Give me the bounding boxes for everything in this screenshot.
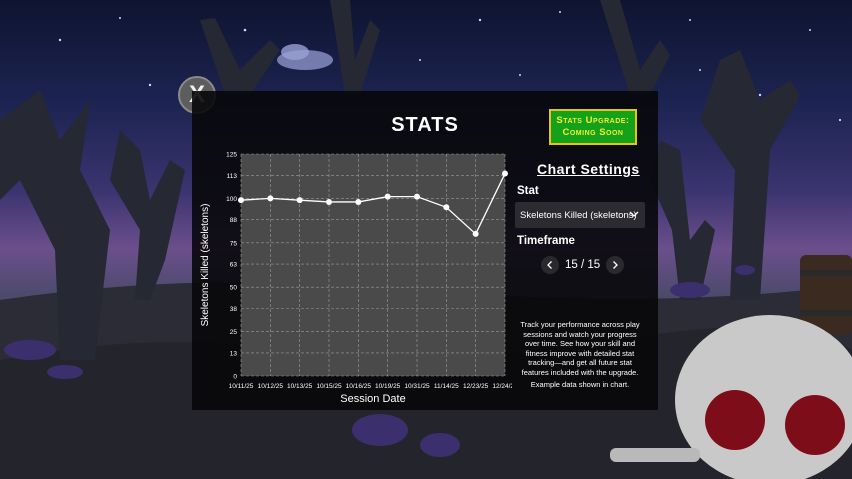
chevron-down-icon — [629, 211, 639, 217]
x-tick-label: 10/12/25 — [258, 383, 284, 390]
data-point — [472, 230, 479, 237]
y-tick-label: 38 — [230, 306, 238, 313]
x-tick-label: 10/16/25 — [346, 383, 372, 390]
timeframe-next-button[interactable] — [606, 256, 625, 274]
stats-panel: STATS Stats Upgrade: Coming Soon 0 13 25 38… — [192, 91, 658, 410]
x-axis-label: Session Date — [340, 393, 405, 405]
y-tick-label: 50 — [230, 285, 238, 292]
timeframe-prev-button[interactable] — [541, 256, 559, 274]
timeframe-pager: 15 / 15 — [541, 256, 625, 274]
stat-label: Stat — [517, 185, 539, 197]
chevron-right-icon — [613, 261, 619, 269]
stats-line-chart: 0 13 25 38 50 63 75 88 100 113 125 10/11/25 10/12/25… — [200, 152, 512, 406]
upgrade-badge-label: Stats Upgrade: Coming Soon — [556, 115, 630, 138]
chevron-left-icon — [547, 261, 552, 269]
x-tick-label: 10/31/25 — [404, 383, 430, 390]
y-tick-label: 13 — [230, 350, 238, 357]
x-tick-label: 10/13/25 — [287, 383, 313, 390]
data-point — [384, 193, 391, 200]
stats-description: Track your performance across play sessi… — [520, 320, 640, 377]
y-tick-label: 0 — [233, 374, 237, 381]
x-tick-label: 12/24/25 — [492, 383, 512, 390]
y-tick-label: 113 — [227, 173, 238, 180]
x-tick-label: 11/14/25 — [434, 383, 459, 390]
y-tick-label: 63 — [230, 262, 238, 269]
chart-settings-title: Chart Settings — [537, 161, 640, 177]
x-tick-label: 10/15/25 — [316, 383, 342, 390]
y-tick-label: 100 — [226, 196, 237, 203]
y-tick-label: 25 — [230, 329, 238, 336]
data-point — [296, 197, 303, 204]
y-axis-label: Skeletons Killed (skeletons) — [200, 204, 211, 327]
x-tick-label: 10/11/25 — [229, 383, 254, 390]
data-point — [355, 198, 362, 205]
stat-dropdown[interactable]: Skeletons Killed (skeletons) — [515, 202, 645, 228]
timeframe-page-indicator: 15 / 15 — [565, 259, 601, 271]
data-point — [414, 193, 420, 200]
x-tick-label: 12/23/25 — [463, 383, 489, 390]
data-point — [502, 170, 508, 177]
stat-dropdown-value: Skeletons Killed (skeletons) — [520, 209, 637, 221]
example-data-note: Example data shown in chart. — [530, 380, 630, 389]
y-tick-label: 125 — [226, 152, 237, 159]
stats-upgrade-badge[interactable]: Stats Upgrade: Coming Soon — [549, 109, 637, 145]
x-tick-label: 10/19/25 — [375, 383, 401, 390]
data-point — [326, 198, 332, 205]
plot-area — [241, 154, 505, 376]
y-tick-label: 75 — [230, 240, 238, 247]
data-point — [443, 204, 450, 211]
timeframe-label: Timeframe — [517, 235, 575, 247]
data-point — [238, 197, 244, 204]
y-tick-label: 88 — [230, 217, 238, 224]
data-point — [267, 195, 274, 202]
